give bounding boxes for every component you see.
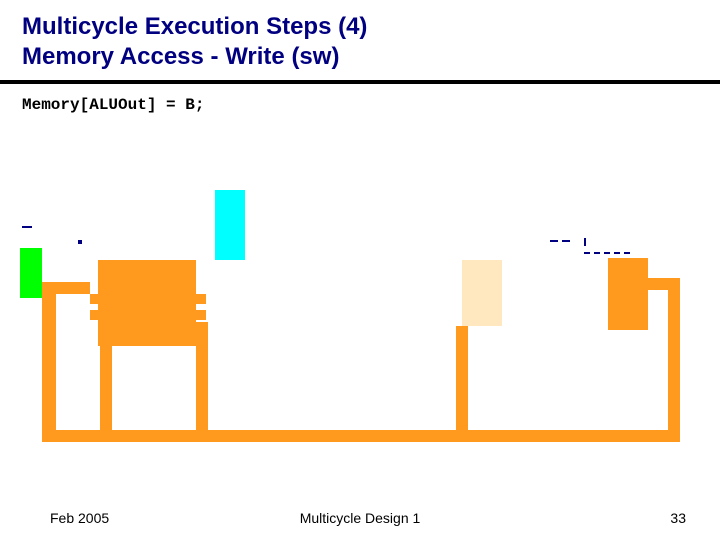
footer-page-number: 33: [670, 510, 686, 526]
datapath-diagram: [0, 190, 720, 470]
title-line-1: Multicycle Execution Steps (4): [22, 12, 720, 42]
title-line-2: Memory Access - Write (sw): [22, 42, 720, 72]
code-expression: Memory[ALUOut] = B;: [0, 84, 720, 114]
footer-title: Multicycle Design 1: [0, 510, 720, 526]
slide-title: Multicycle Execution Steps (4) Memory Ac…: [0, 0, 720, 72]
